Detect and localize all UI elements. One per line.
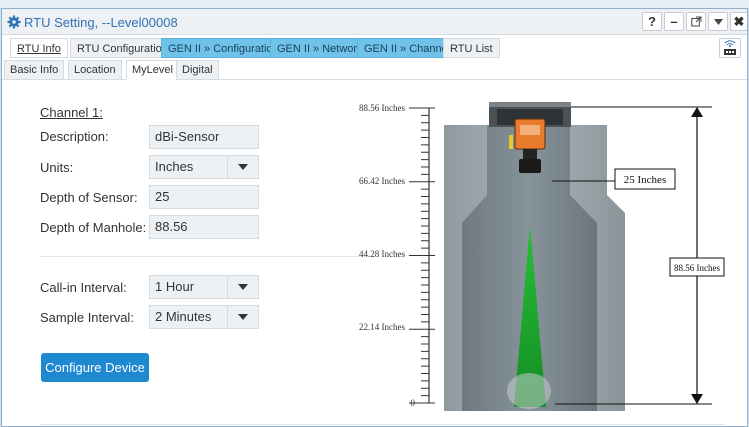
mylevel-panel: Channel 1: Description: dBi-Sensor Units… <box>2 81 747 426</box>
caret-down-icon <box>238 314 248 320</box>
close-button[interactable]: ✖ <box>730 12 747 31</box>
scale-label-zero: 0 <box>411 398 416 408</box>
tab-rtu-info[interactable]: RTU Info <box>10 38 68 58</box>
callin-interval-select[interactable]: 1 Hour <box>149 275 259 299</box>
gear-icon <box>7 15 21 29</box>
channel-heading: Channel 1: <box>40 105 103 120</box>
sample-interval-select[interactable]: 2 Minutes <box>149 305 259 329</box>
tab-rtu-list[interactable]: RTU List <box>443 38 500 58</box>
sump-reflection <box>507 373 551 409</box>
help-icon: ? <box>648 14 656 29</box>
sensor-depth-label: Depth of Sensor: <box>40 190 138 205</box>
menu-dropdown-button[interactable] <box>708 12 728 31</box>
bottom-divider <box>40 424 725 425</box>
manhole-depth-text: 88.56 Inches <box>674 263 720 273</box>
depth-scale: 88.56 Inches 66.42 Inches 44.28 Inches 2… <box>359 103 435 408</box>
signal-button[interactable] <box>719 38 741 58</box>
minimize-icon: – <box>670 14 678 29</box>
units-dropdown-toggle[interactable] <box>227 156 258 178</box>
caret-down-icon <box>238 284 248 290</box>
signal-icon <box>724 40 736 55</box>
manhole-depth-field[interactable]: 88.56 <box>149 215 259 239</box>
secondary-tab-bar: Basic Info Location MyLevel Digital <box>2 60 747 80</box>
background-strip <box>0 0 749 8</box>
minimize-button[interactable]: – <box>664 12 684 31</box>
caret-down-icon <box>238 164 248 170</box>
chevron-down-icon <box>713 18 723 25</box>
help-button[interactable]: ? <box>642 12 662 31</box>
rtu-setting-window: RTU Setting, --Level00008 ? – ✖ RTU Info… <box>1 8 748 427</box>
sample-interval-label: Sample Interval: <box>40 310 134 325</box>
units-value: Inches <box>155 159 194 174</box>
description-label: Description: <box>40 129 109 144</box>
divider <box>40 256 365 257</box>
sample-interval-value: 2 Minutes <box>155 309 212 324</box>
scale-label-top: 88.56 Inches <box>359 103 405 113</box>
manhole-diagram: 88.56 Inches 66.42 Inches 44.28 Inches 2… <box>359 102 725 411</box>
sample-dropdown-toggle[interactable] <box>227 306 258 328</box>
scale-label-4: 22.14 Inches <box>359 322 405 332</box>
scale-label-2: 66.42 Inches <box>359 176 405 186</box>
sensor-depth-text: 25 Inches <box>624 174 666 186</box>
units-label: Units: <box>40 160 74 175</box>
manhole-depth-label: Depth of Manhole: <box>40 220 147 235</box>
tab-gen2-network[interactable]: GEN II » Network <box>270 38 370 58</box>
sensor-depth-field[interactable]: 25 <box>149 185 259 209</box>
configure-device-button[interactable]: Configure Device <box>41 353 149 382</box>
tab-gen2-configuration[interactable]: GEN II » Configuration <box>161 38 286 58</box>
units-select[interactable]: Inches <box>149 155 259 179</box>
close-icon: ✖ <box>733 13 745 29</box>
title-bar: RTU Setting, --Level00008 ? – ✖ <box>2 9 747 35</box>
callin-interval-value: 1 Hour <box>155 279 195 294</box>
tab-digital[interactable]: Digital <box>176 60 219 80</box>
callin-interval-label: Call-in Interval: <box>40 280 127 295</box>
tab-location[interactable]: Location <box>68 60 122 80</box>
scale-label-3: 44.28 Inches <box>359 249 405 259</box>
tab-rtu-configuration[interactable]: RTU Configuration <box>70 38 175 58</box>
callin-dropdown-toggle[interactable] <box>227 276 258 298</box>
tab-mylevel[interactable]: MyLevel <box>126 60 179 80</box>
primary-tab-bar: RTU Info RTU Configuration GEN II » Conf… <box>2 38 747 58</box>
description-field[interactable]: dBi-Sensor <box>149 125 259 149</box>
tab-basic-info[interactable]: Basic Info <box>4 60 65 80</box>
external-link-icon <box>690 16 701 27</box>
popout-button[interactable] <box>686 12 706 31</box>
window-title: RTU Setting, --Level00008 <box>24 15 178 30</box>
scale-ticks <box>409 107 435 404</box>
